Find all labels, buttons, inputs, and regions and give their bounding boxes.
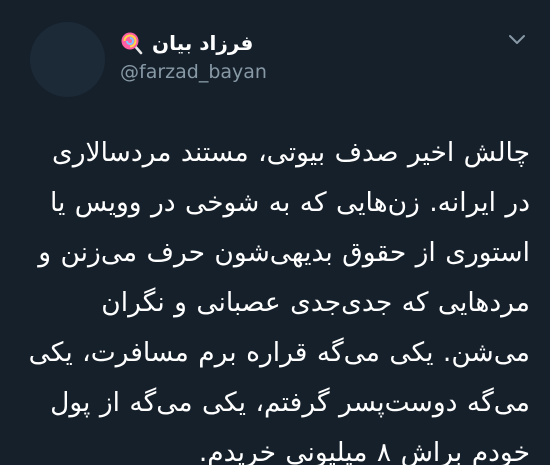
tweet-body: چالش اخیر صدف بیوتی، مستند مردسالاری در … (20, 128, 530, 465)
tweet-body-line: چالش اخیر صدف بیوتی، مستند مردسالاری (51, 137, 530, 168)
lollipop-icon (121, 32, 143, 55)
tweet-card: فرزاد بیان @farzad_bayan چالش اخیر صدف ب… (0, 0, 550, 465)
tweet-body-line: در ایرانه. زن‌هایی که به شوخی در وویس یا (49, 187, 530, 218)
author-handle[interactable]: @farzad_bayan (120, 60, 267, 84)
author-display-name[interactable]: فرزاد بیان (152, 30, 253, 56)
tweet-body-line: استوری از حقوق بدیهی‌شون حرف می‌زنن و (38, 237, 530, 268)
avatar[interactable] (30, 22, 105, 97)
tweet-body-line: مردهایی که جدی‌جدی عصبانی و نگران (101, 287, 530, 318)
tweet-body-line: خودم براش ۸ میلیونی خریدم. (198, 437, 530, 465)
tweet-body-line: می‌گه دوست‌پسر گرفتم، یکی می‌گه از پول (50, 387, 530, 418)
chevron-down-icon[interactable] (508, 34, 526, 46)
author-name-row[interactable]: فرزاد بیان (120, 30, 253, 56)
tweet-body-line: می‌شن. یکی می‌گه قراره برم مسافرت، یکی (28, 337, 530, 368)
